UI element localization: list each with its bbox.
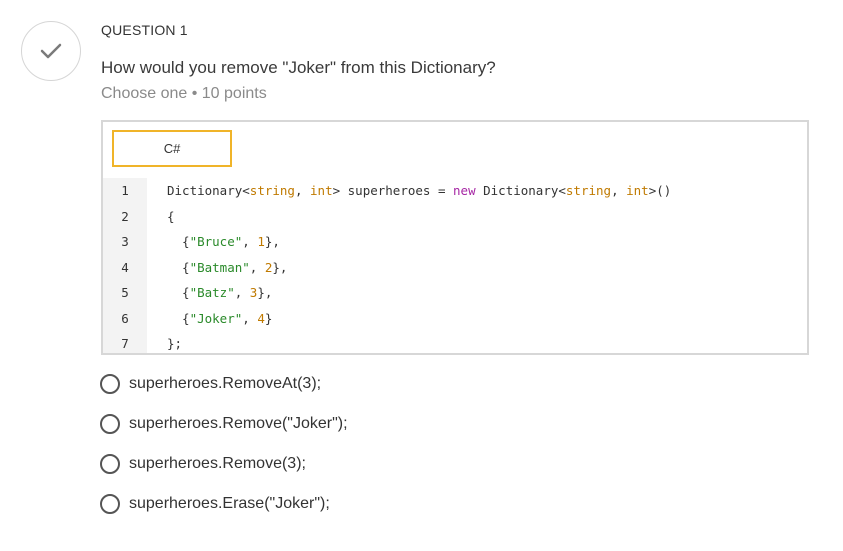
answer-option-label: superheroes.Remove("Joker");	[129, 415, 348, 432]
code-token: {	[167, 208, 175, 224]
code-token: int	[626, 183, 649, 198]
answer-option[interactable]: superheroes.Remove("Joker");	[100, 412, 348, 436]
line-number: 5	[121, 285, 129, 300]
code-token: 1	[257, 234, 265, 249]
code-token: "Joker"	[189, 310, 243, 326]
code-token: 4	[257, 310, 265, 326]
code-token: "Bruce"	[189, 234, 243, 249]
code-token: ,	[294, 183, 311, 198]
code-token: > superheroes =	[332, 183, 454, 198]
code-token: new	[453, 183, 476, 198]
code-line-text: {"Bruce", 1},	[167, 229, 280, 254]
code-token: ,	[611, 183, 627, 198]
code-token: {	[167, 259, 190, 275]
code-snippet-panel: C# 1 Dictionary<string, int> superheroes …	[101, 120, 809, 355]
code-token: int	[310, 183, 333, 198]
question-status-badge	[21, 21, 81, 81]
answer-option-label: superheroes.Remove(3);	[129, 455, 306, 472]
code-token: string	[565, 183, 612, 198]
line-number: 1	[121, 183, 129, 198]
radio-button[interactable]	[100, 494, 120, 514]
code-line-text: Dictionary<string, int> superheroes = ne…	[167, 178, 671, 203]
code-token: }	[264, 310, 273, 326]
code-line-text: {	[167, 204, 175, 229]
answer-option[interactable]: superheroes.RemoveAt(3);	[100, 372, 321, 396]
language-tab-csharp[interactable]: C#	[112, 130, 232, 167]
line-number: 2	[121, 208, 129, 224]
code-token: };	[167, 336, 183, 351]
code-line-text: {"Joker", 4}	[167, 306, 272, 331]
line-number: 3	[121, 234, 129, 249]
line-number: 7	[121, 336, 129, 351]
code-line-text: {"Batman", 2},	[167, 255, 287, 280]
question-number-label: QUESTION 1	[101, 22, 188, 38]
code-token: ,	[242, 310, 258, 326]
code-token: ,	[234, 285, 250, 300]
line-number: 6	[121, 310, 129, 326]
code-token: {	[167, 285, 190, 300]
answer-option-label: superheroes.Erase("Joker");	[129, 495, 330, 512]
code-editor: 1 Dictionary<string, int> superheroes = n…	[103, 178, 807, 353]
radio-button[interactable]	[100, 374, 120, 394]
radio-button[interactable]	[100, 454, 120, 474]
code-token: },	[257, 285, 273, 300]
code-token: ,	[249, 259, 265, 275]
code-line-text: {"Batz", 3},	[167, 280, 272, 305]
code-token: {	[167, 234, 190, 249]
question-meta: Choose one • 10 points	[101, 85, 267, 102]
code-token: {	[167, 310, 190, 326]
answer-option[interactable]: superheroes.Erase("Joker");	[100, 492, 330, 516]
answer-option-label: superheroes.RemoveAt(3);	[129, 375, 322, 392]
code-token: "Batman"	[189, 259, 250, 275]
code-token: >()	[648, 183, 672, 198]
line-number: 4	[121, 259, 129, 275]
code-token: ,	[242, 234, 258, 249]
question-text: How would you remove "Joker" from this D…	[101, 58, 496, 77]
code-token: string	[249, 183, 295, 198]
code-line-text: };	[167, 331, 182, 356]
code-token: Dictionary<	[167, 183, 250, 198]
code-token: },	[272, 259, 288, 275]
code-token: "Batz"	[189, 285, 235, 300]
code-token: },	[264, 234, 280, 249]
answer-option[interactable]: superheroes.Remove(3);	[100, 452, 306, 476]
code-token: Dictionary<	[475, 183, 566, 198]
checkmark-icon	[40, 43, 62, 59]
radio-button[interactable]	[100, 414, 120, 434]
